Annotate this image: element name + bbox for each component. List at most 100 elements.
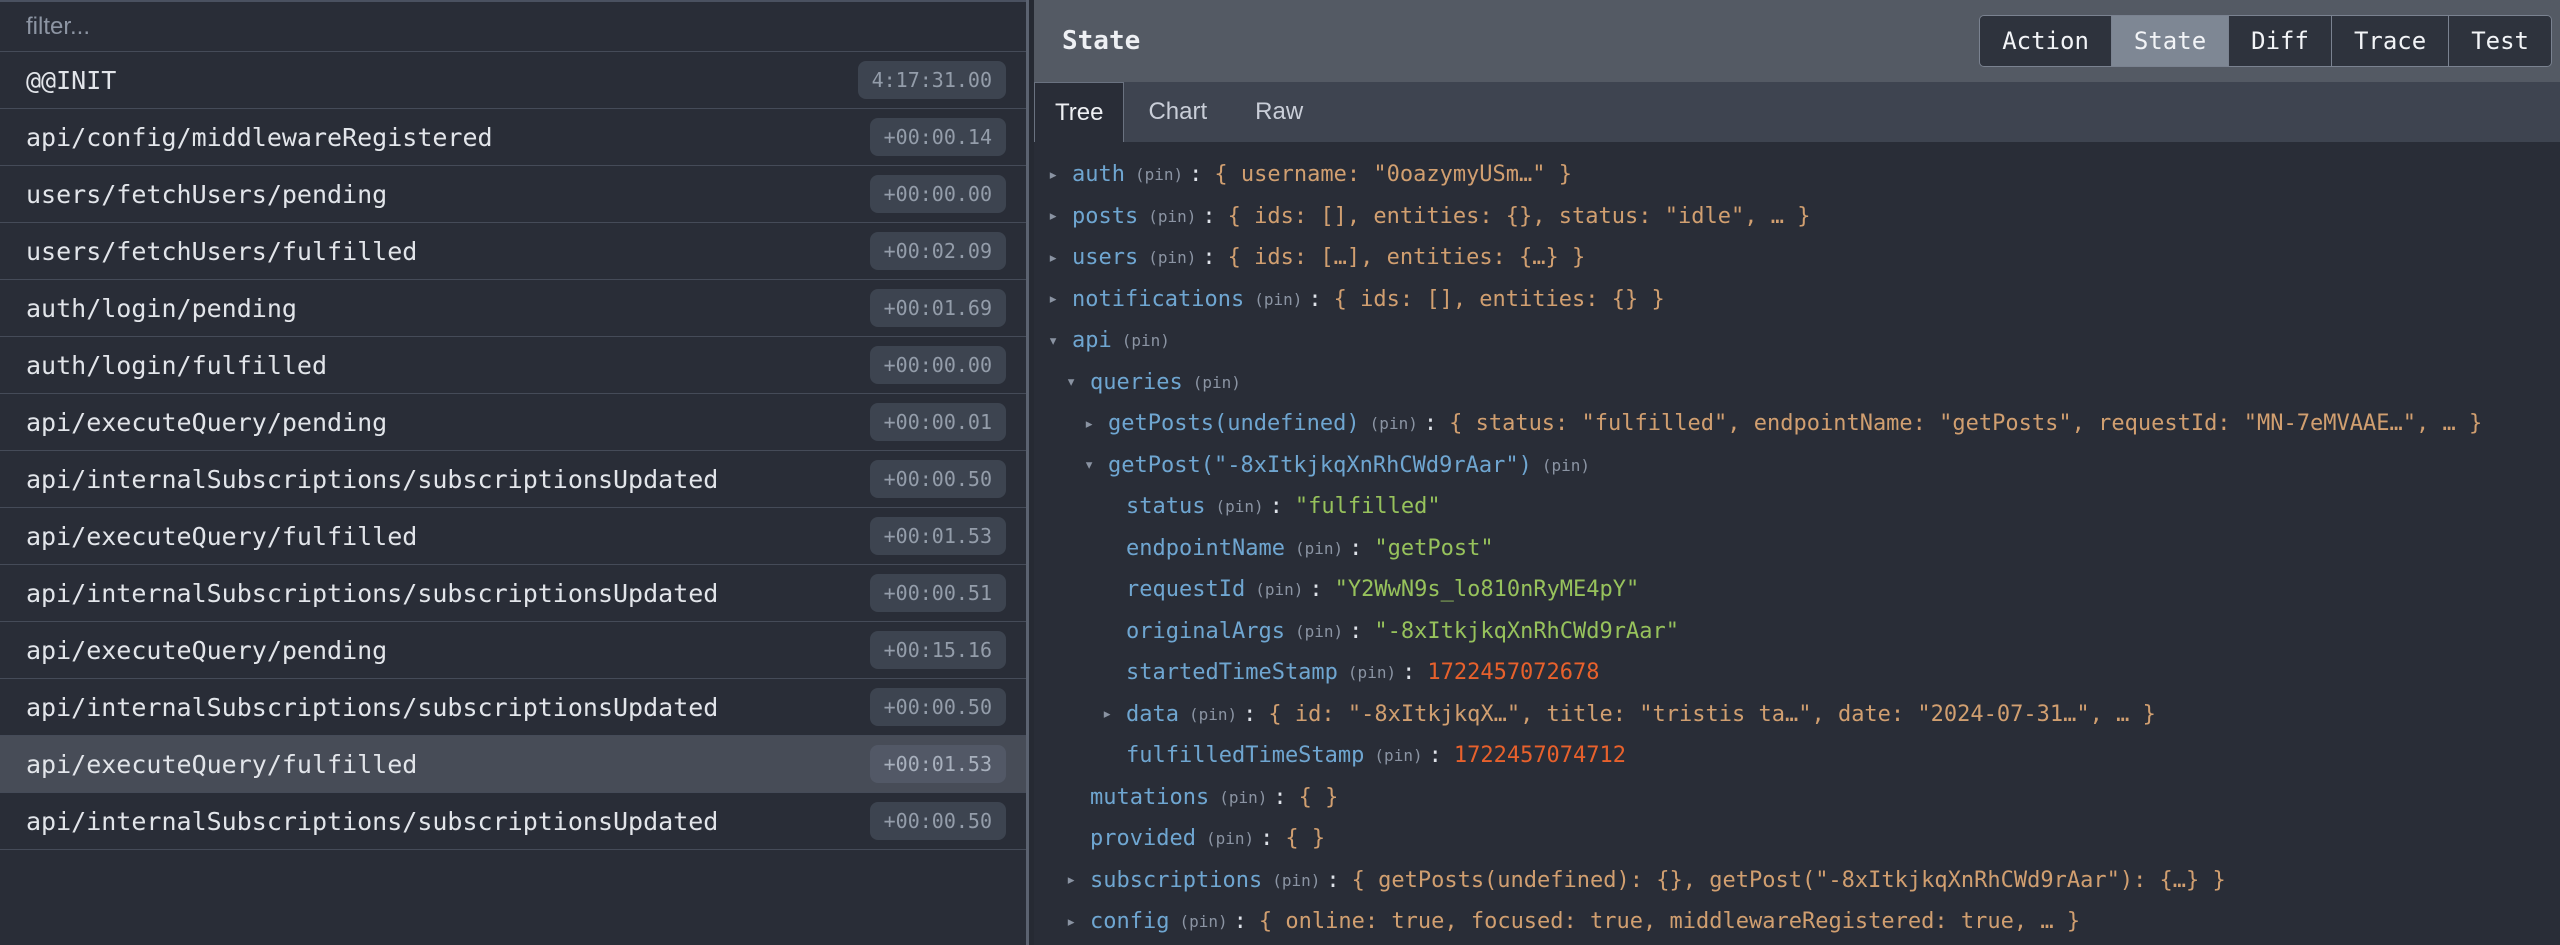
tree-row-posts[interactable]: ▸posts(pin):{ ids: [], entities: {}, sta…: [1048, 196, 2560, 238]
pin-link[interactable]: (pin): [1122, 331, 1170, 350]
tree-key[interactable]: api: [1072, 328, 1112, 353]
tree-key[interactable]: users: [1072, 245, 1138, 270]
pin-link[interactable]: (pin): [1219, 788, 1267, 807]
subtab-tree[interactable]: Tree: [1034, 82, 1124, 142]
tree-key[interactable]: subscriptions: [1090, 868, 1262, 893]
pin-link[interactable]: (pin): [1148, 248, 1196, 267]
pin-link[interactable]: (pin): [1348, 663, 1396, 682]
tree-row-originalargs: originalArgs(pin):"-8xItkjkqXnRhCWd9rAar…: [1048, 611, 2560, 653]
action-row-3-users-fetchusers-fulfilled[interactable]: users/fetchUsers/fulfilled+00:02.09: [0, 223, 1026, 280]
tree-value-preview: { username: "0oazymyUSm…" }: [1214, 162, 1572, 187]
action-timestamp-badge: +00:00.14: [870, 118, 1006, 156]
pin-link[interactable]: (pin): [1148, 207, 1196, 226]
action-row-11-api-internalsubscriptions-subscriptionsu[interactable]: api/internalSubscriptions/subscriptionsU…: [0, 679, 1026, 736]
action-list: @@INIT4:17:31.00api/config/middlewareReg…: [0, 52, 1026, 850]
tree-row-users[interactable]: ▸users(pin):{ ids: […], entities: {…} }: [1048, 237, 2560, 279]
chevron-right-icon[interactable]: ▸: [1048, 248, 1072, 268]
tree-value-preview: { ids: [], entities: {}, status: "idle",…: [1228, 204, 1811, 229]
tree-row-auth[interactable]: ▸auth(pin):{ username: "0oazymyUSm…" }: [1048, 154, 2560, 196]
tree-key[interactable]: getPosts(undefined): [1108, 411, 1360, 436]
tree-key[interactable]: posts: [1072, 204, 1138, 229]
action-row-13-api-internalsubscriptions-subscriptionsu[interactable]: api/internalSubscriptions/subscriptionsU…: [0, 793, 1026, 850]
pin-link[interactable]: (pin): [1255, 580, 1303, 599]
tree-key: fulfilledTimeStamp: [1126, 743, 1364, 768]
action-row-10-api-executequery-pending[interactable]: api/executeQuery/pending+00:15.16: [0, 622, 1026, 679]
action-timestamp-badge: +00:01.69: [870, 289, 1006, 327]
tree-key[interactable]: data: [1126, 702, 1179, 727]
chevron-right-icon[interactable]: ▸: [1048, 165, 1072, 185]
action-row-9-api-internalsubscriptions-subscriptionsu[interactable]: api/internalSubscriptions/subscriptionsU…: [0, 565, 1026, 622]
tab-trace[interactable]: Trace: [2331, 16, 2448, 66]
action-row-12-api-executequery-fulfilled[interactable]: api/executeQuery/fulfilled+00:01.53: [0, 736, 1026, 793]
chevron-down-icon[interactable]: ▾: [1048, 331, 1072, 351]
tree-row-api[interactable]: ▾api (pin): [1048, 320, 2560, 362]
tree-value-string: "fulfilled": [1295, 494, 1441, 519]
pin-link[interactable]: (pin): [1179, 912, 1227, 931]
tree-key: requestId: [1126, 577, 1245, 602]
chevron-right-icon[interactable]: ▸: [1048, 206, 1072, 226]
chevron-right-icon[interactable]: ▸: [1048, 289, 1072, 309]
chevron-right-icon[interactable]: ▸: [1066, 912, 1090, 932]
pin-link[interactable]: (pin): [1272, 871, 1320, 890]
tab-action[interactable]: Action: [1980, 16, 2111, 66]
tree-row-subscriptions[interactable]: ▸subscriptions(pin):{ getPosts(undefined…: [1048, 860, 2560, 902]
pin-link[interactable]: (pin): [1295, 622, 1343, 641]
tree-row-endpointname: endpointName(pin):"getPost": [1048, 528, 2560, 570]
chevron-down-icon[interactable]: ▾: [1084, 455, 1108, 475]
action-row-6-api-executequery-pending[interactable]: api/executeQuery/pending+00:00.01: [0, 394, 1026, 451]
subtab-raw[interactable]: Raw: [1231, 82, 1327, 142]
tree-row-mutations: mutations(pin):{ }: [1048, 777, 2560, 819]
tree-key: mutations: [1090, 785, 1209, 810]
pin-link[interactable]: (pin): [1295, 539, 1343, 558]
tab-diff[interactable]: Diff: [2228, 16, 2331, 66]
action-label: auth/login/fulfilled: [26, 351, 327, 380]
tree-row-config[interactable]: ▸config(pin):{ online: true, focused: tr…: [1048, 901, 2560, 943]
pin-link[interactable]: (pin): [1542, 456, 1590, 475]
chevron-right-icon[interactable]: ▸: [1102, 704, 1126, 724]
pin-link[interactable]: (pin): [1370, 414, 1418, 433]
tree-row-getposts-undefined[interactable]: ▸getPosts(undefined)(pin):{ status: "ful…: [1048, 403, 2560, 445]
action-timestamp-badge: +00:00.50: [870, 460, 1006, 498]
tree-value-string: "getPost": [1374, 536, 1493, 561]
tree-row-getpost-8xitkjkqxnrhcwd9raar[interactable]: ▾getPost("-8xItkjkqXnRhCWd9rAar") (pin): [1048, 445, 2560, 487]
panel-resizer[interactable]: [1026, 0, 1034, 945]
key-value-separator: :: [1326, 868, 1339, 893]
tree-key[interactable]: notifications: [1072, 287, 1244, 312]
pin-link[interactable]: (pin): [1135, 165, 1183, 184]
action-row-7-api-internalsubscriptions-subscriptionsu[interactable]: api/internalSubscriptions/subscriptionsU…: [0, 451, 1026, 508]
pin-link[interactable]: (pin): [1374, 746, 1422, 765]
action-row-2-users-fetchusers-pending[interactable]: users/fetchUsers/pending+00:00.00: [0, 166, 1026, 223]
filter-input[interactable]: [26, 13, 976, 41]
chevron-right-icon[interactable]: ▸: [1084, 414, 1108, 434]
chevron-down-icon[interactable]: ▾: [1066, 372, 1090, 392]
tree-row-queries[interactable]: ▾queries (pin): [1048, 362, 2560, 404]
subtab-chart[interactable]: Chart: [1124, 82, 1231, 142]
action-row-5-auth-login-fulfilled[interactable]: auth/login/fulfilled+00:00.00: [0, 337, 1026, 394]
tree-row-notifications[interactable]: ▸notifications(pin):{ ids: [], entities:…: [1048, 279, 2560, 321]
action-timestamp-badge: +00:15.16: [870, 631, 1006, 669]
pin-link[interactable]: (pin): [1189, 705, 1237, 724]
tab-state[interactable]: State: [2111, 16, 2228, 66]
chevron-right-icon[interactable]: ▸: [1066, 870, 1090, 890]
action-row-8-api-executequery-fulfilled[interactable]: api/executeQuery/fulfilled+00:01.53: [0, 508, 1026, 565]
pin-link[interactable]: (pin): [1206, 829, 1254, 848]
tab-test[interactable]: Test: [2448, 16, 2551, 66]
key-value-separator: :: [1402, 660, 1415, 685]
key-value-separator: :: [1243, 702, 1256, 727]
action-label: api/executeQuery/fulfilled: [26, 522, 417, 551]
tree-row-data[interactable]: ▸data(pin):{ id: "-8xItkjkqX…", title: "…: [1048, 694, 2560, 736]
tree-key[interactable]: config: [1090, 909, 1169, 934]
action-timestamp-badge: +00:01.53: [870, 745, 1006, 783]
pin-link[interactable]: (pin): [1215, 497, 1263, 516]
inspector-tab-group: ActionStateDiffTraceTest: [1979, 15, 2552, 67]
action-row-4-auth-login-pending[interactable]: auth/login/pending+00:01.69: [0, 280, 1026, 337]
pin-link[interactable]: (pin): [1254, 290, 1302, 309]
pin-link[interactable]: (pin): [1193, 373, 1241, 392]
tree-key[interactable]: auth: [1072, 162, 1125, 187]
action-row-0-init[interactable]: @@INIT4:17:31.00: [0, 52, 1026, 109]
action-row-1-api-config-middlewareregistered[interactable]: api/config/middlewareRegistered+00:00.14: [0, 109, 1026, 166]
tree-key[interactable]: getPost("-8xItkjkqXnRhCWd9rAar"): [1108, 453, 1532, 478]
key-value-separator: :: [1424, 411, 1437, 436]
tree-key[interactable]: queries: [1090, 370, 1183, 395]
action-label: users/fetchUsers/pending: [26, 180, 387, 209]
